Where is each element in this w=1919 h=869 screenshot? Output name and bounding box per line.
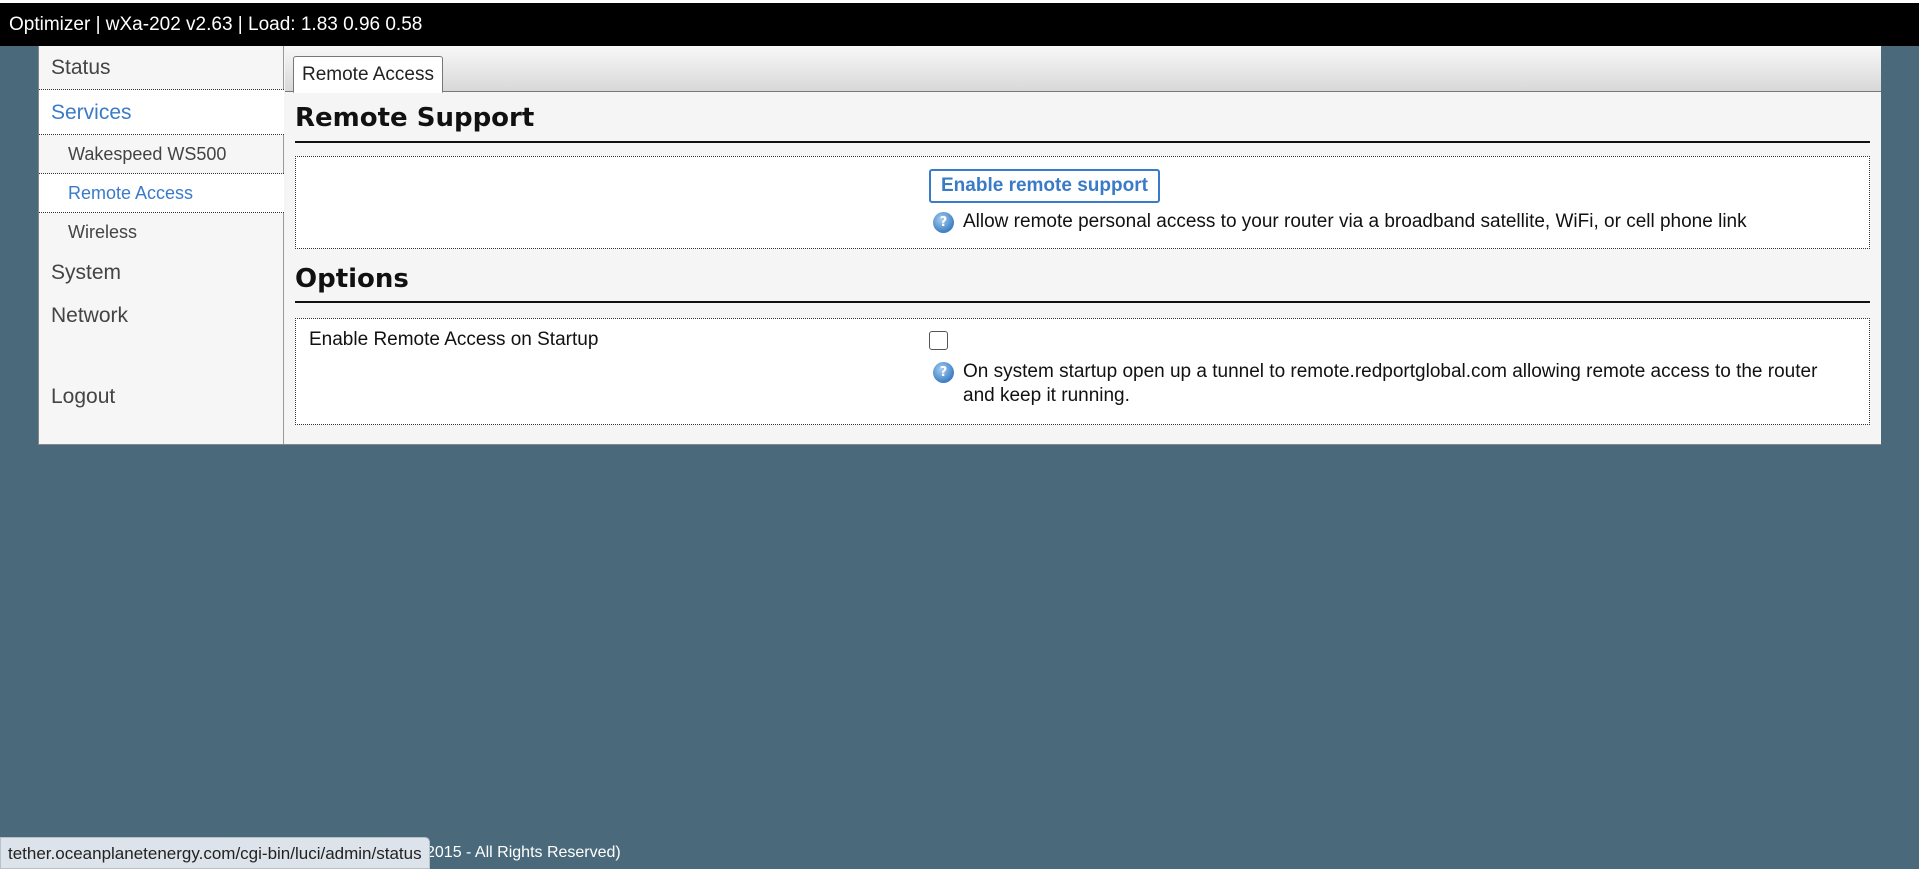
- section-divider: [295, 301, 1870, 303]
- help-icon: ?: [933, 362, 954, 383]
- sidebar-item-remote-access[interactable]: Remote Access: [39, 174, 284, 213]
- sidebar-item-services[interactable]: Services: [39, 90, 284, 135]
- options-heading: Options: [295, 264, 409, 294]
- startup-checkbox[interactable]: [929, 331, 948, 350]
- remote-support-heading: Remote Support: [295, 103, 535, 133]
- options-fieldset: Enable Remote Access on Startup ? On sys…: [295, 318, 1870, 425]
- tab-remote-access[interactable]: Remote Access: [293, 56, 443, 93]
- sidebar-item-wireless[interactable]: Wireless: [39, 213, 284, 252]
- remote-support-fieldset: Enable remote support ? Allow remote per…: [295, 156, 1870, 249]
- help-icon: ?: [933, 212, 954, 233]
- sidebar-item-system[interactable]: System: [39, 252, 284, 294]
- browser-status-bar: tether.oceanplanetenergy.com/cgi-bin/luc…: [0, 837, 430, 869]
- sidebar-item-wakespeed[interactable]: Wakespeed WS500: [39, 135, 284, 174]
- sidebar-item-logout[interactable]: Logout: [39, 376, 284, 418]
- startup-help-text: On system startup open up a tunnel to re…: [963, 361, 1818, 406]
- top-header-bar: Optimizer | wXa-202 v2.63 | Load: 1.83 0…: [0, 0, 1919, 46]
- main-frame: Status Services Wakespeed WS500 Remote A…: [38, 46, 1881, 445]
- header-title: Optimizer | wXa-202 v2.63 | Load: 1.83 0…: [9, 14, 423, 35]
- sidebar: Status Services Wakespeed WS500 Remote A…: [39, 46, 284, 444]
- tab-strip: Remote Access: [285, 46, 1881, 93]
- content-area: Remote Access Remote Support Enable remo…: [285, 46, 1881, 444]
- copyright-footer: C 2015 - All Rights Reserved): [410, 844, 621, 861]
- startup-option-label: Enable Remote Access on Startup: [309, 329, 599, 350]
- enable-remote-support-button[interactable]: Enable remote support: [929, 169, 1160, 203]
- section-divider: [295, 141, 1870, 143]
- sidebar-item-status[interactable]: Status: [39, 46, 284, 90]
- remote-support-help-text: Allow remote personal access to your rou…: [963, 211, 1747, 232]
- sidebar-item-network[interactable]: Network: [39, 295, 284, 337]
